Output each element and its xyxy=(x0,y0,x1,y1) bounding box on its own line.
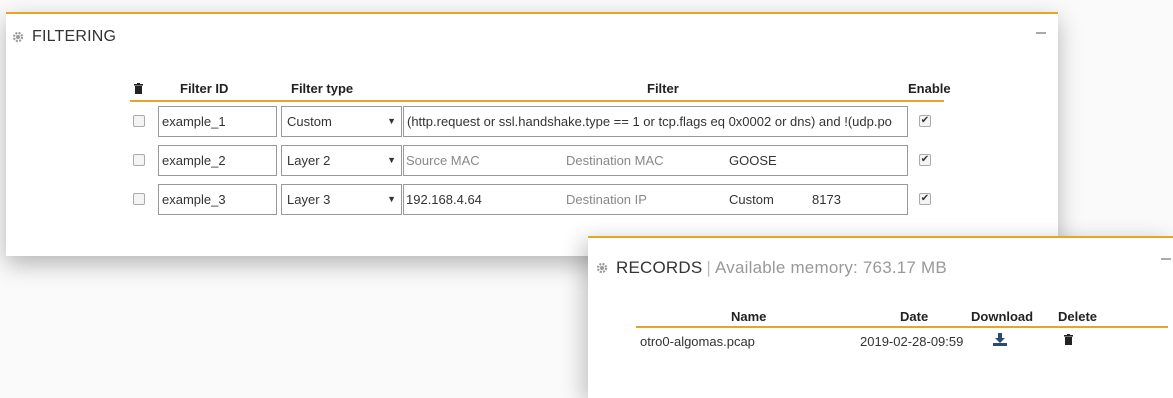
filter-type-value: Layer 3 xyxy=(287,192,331,207)
filter-type-value: Custom xyxy=(287,114,332,129)
download-icon xyxy=(993,333,1007,346)
filter-id-input[interactable]: example_2 xyxy=(158,145,277,176)
row-select-checkbox[interactable] xyxy=(133,115,145,127)
filter-row: example_1 Custom ▼ (http.request or ssl.… xyxy=(130,102,944,141)
records-table: Name Date Download Delete otro0-algomas.… xyxy=(636,306,1168,356)
delete-record-button[interactable] xyxy=(1064,333,1073,348)
column-date: Date xyxy=(900,309,929,324)
enable-checkbox[interactable]: ✔ xyxy=(919,115,931,127)
layer2-filter-fields: Source MAC Destination MAC GOOSE xyxy=(403,145,908,176)
filter-expression-input[interactable]: (http.request or ssl.handshake.type == 1… xyxy=(403,106,908,137)
trash-icon xyxy=(134,83,143,94)
filter-row: example_2 Layer 2 ▼ Source MAC Destinati… xyxy=(130,141,944,180)
column-delete: Delete xyxy=(1058,309,1098,324)
record-row: otro0-algomas.pcap 2019-02-28-09:59 xyxy=(636,328,1168,356)
dropdown-arrow-icon: ▼ xyxy=(387,155,396,165)
record-date: 2019-02-28-09:59 xyxy=(860,334,964,349)
filter-table: Filter ID Filter type Filter Enable exam… xyxy=(130,78,951,219)
records-panel: RECORDS | Available memory: 763.17 MB Na… xyxy=(588,236,1173,398)
filter-id-input[interactable]: example_3 xyxy=(158,184,277,215)
row-select-checkbox[interactable] xyxy=(133,193,145,205)
filtering-minimize-button[interactable] xyxy=(1036,32,1046,34)
trash-icon xyxy=(1064,334,1073,345)
destination-ip-input[interactable]: Destination IP xyxy=(566,185,647,214)
gear-icon xyxy=(596,262,608,274)
filter-type-value: Layer 2 xyxy=(287,153,331,168)
protocol-select[interactable]: Custom xyxy=(729,185,774,214)
filtering-panel: FILTERING Filter ID Filter type Filter E… xyxy=(6,12,1058,256)
row-select-checkbox[interactable] xyxy=(133,154,145,166)
records-title: RECORDS | Available memory: 763.17 MB xyxy=(596,258,947,278)
filter-type-select[interactable]: Layer 2 ▼ xyxy=(281,145,402,176)
enable-checkbox[interactable]: ✔ xyxy=(919,193,931,205)
dropdown-arrow-icon: ▼ xyxy=(387,194,396,204)
column-enable: Enable xyxy=(908,81,951,96)
column-filter-type: Filter type xyxy=(291,81,354,96)
filter-id-input[interactable]: example_1 xyxy=(158,106,277,137)
record-name: otro0-algomas.pcap xyxy=(640,334,755,349)
filter-table-header: Filter ID Filter type Filter Enable xyxy=(130,78,951,102)
destination-mac-input[interactable]: Destination MAC xyxy=(566,146,664,175)
records-title-text: RECORDS xyxy=(616,258,703,277)
filter-row: example_3 Layer 3 ▼ 192.168.4.64 Destina… xyxy=(130,180,944,219)
filter-type-select[interactable]: Custom ▼ xyxy=(281,106,402,137)
filter-type-select[interactable]: Layer 3 ▼ xyxy=(281,184,402,215)
title-separator: | xyxy=(706,258,712,277)
source-ip-input[interactable]: 192.168.4.64 xyxy=(406,185,482,214)
records-minimize-button[interactable] xyxy=(1161,258,1171,260)
dropdown-arrow-icon: ▼ xyxy=(387,116,396,126)
column-name: Name xyxy=(731,309,767,324)
layer3-filter-fields: 192.168.4.64 Destination IP Custom 8173 xyxy=(403,184,908,215)
delete-selected-button[interactable] xyxy=(134,82,143,97)
column-filter-id: Filter ID xyxy=(180,81,229,96)
gear-icon xyxy=(12,31,24,43)
enable-checkbox[interactable]: ✔ xyxy=(919,154,931,166)
column-filter: Filter xyxy=(647,81,679,96)
filtering-title-text: FILTERING xyxy=(32,28,117,45)
filtering-title: FILTERING xyxy=(12,28,116,46)
column-download: Download xyxy=(971,309,1034,324)
available-memory: Available memory: 763.17 MB xyxy=(715,258,947,277)
records-table-header: Name Date Download Delete xyxy=(636,306,1168,328)
port-input[interactable]: 8173 xyxy=(812,185,841,214)
source-mac-input[interactable]: Source MAC xyxy=(406,146,480,175)
download-button[interactable] xyxy=(993,333,1007,349)
protocol-select[interactable]: GOOSE xyxy=(729,146,777,175)
